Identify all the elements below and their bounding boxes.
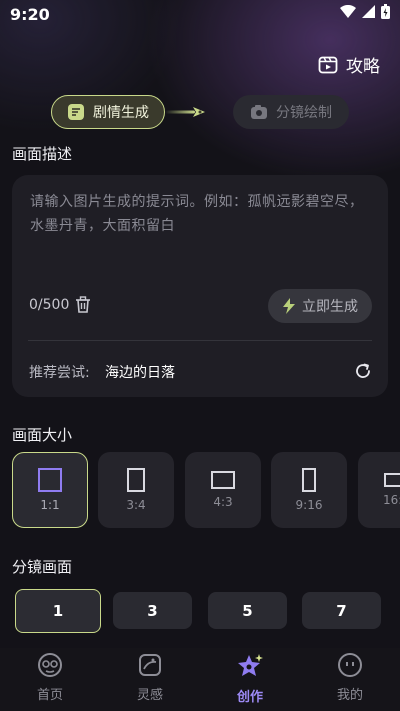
try-suggestion[interactable]: 海边的日落 [105,362,175,382]
square-shape-icon [38,468,62,492]
nav-label-inspiration: 灵感 [136,688,163,703]
size-option-4-3[interactable]: 4:3 [185,452,261,528]
tab-storyboard-draw-label: 分镜绘制 [276,105,332,121]
frame-option-7[interactable]: 7 [302,592,381,629]
size-option-label: 3:4 [126,498,146,512]
create-star-icon [238,654,263,676]
nav-label-mine: 我的 [336,688,363,703]
generate-button[interactable]: 立即生成 [268,289,372,323]
camera-icon [251,105,267,119]
guide-button[interactable]: 攻略 [318,52,380,77]
nav-label-create: 创作 [236,690,263,705]
size-option-1-1[interactable]: 1:1 [12,452,88,528]
wide-shape-icon [384,473,400,487]
nav-item-create[interactable]: 创作 [210,652,290,705]
battery-icon [381,4,390,19]
tab-storyboard-draw[interactable]: 分镜绘制 [233,95,349,129]
size-option-3-4[interactable]: 3:4 [98,452,174,528]
char-counter: 0/500 [29,297,70,313]
status-icons [340,4,390,19]
generate-button-label: 立即生成 [302,299,358,315]
divider [28,340,372,341]
inspiration-icon [139,654,161,676]
tall-shape-icon [302,468,316,492]
landscape-shape-icon [211,471,235,489]
size-title: 画面大小 [12,426,73,444]
size-option-label: 1:1 [40,498,60,512]
wifi-icon [340,5,356,18]
guide-label: 攻略 [346,57,380,77]
size-option-label: 9:16 [295,498,323,512]
portrait-shape-icon [127,468,145,492]
try-label: 推荐尝试: [29,365,90,381]
size-option-16-9[interactable]: 16:9 [358,452,400,528]
video-guide-icon [318,56,338,73]
rocket-connector-icon [165,107,205,117]
nav-label-home: 首页 [36,688,63,703]
profile-face-icon [338,653,362,677]
size-option-9-16[interactable]: 9:16 [271,452,347,528]
trash-icon[interactable] [75,296,91,314]
nav-item-inspiration[interactable]: 灵感 [110,652,190,703]
size-option-label: 16:9 [383,493,400,507]
status-time: 9:20 [10,5,50,24]
nav-item-mine[interactable]: 我的 [310,652,390,703]
nav-item-home[interactable]: 首页 [10,652,90,703]
document-icon [68,104,84,120]
frame-option-1[interactable]: 1 [15,589,101,633]
frame-option-3[interactable]: 3 [113,592,192,629]
prompt-input[interactable]: 请输入图片生成的提示词。例如：孤帆远影碧空尽，水墨丹青，大面积留白 [30,190,375,238]
home-face-icon [38,653,62,677]
signal-icon [362,5,375,18]
frame-option-5[interactable]: 5 [208,592,287,629]
tab-story-generate[interactable]: 剧情生成 [51,95,165,129]
frames-title: 分镜画面 [12,558,73,576]
size-option-label: 4:3 [213,495,233,509]
lightning-icon [283,298,295,314]
tab-story-generate-label: 剧情生成 [93,105,149,121]
refresh-icon[interactable] [354,362,372,380]
description-title: 画面描述 [12,145,73,163]
